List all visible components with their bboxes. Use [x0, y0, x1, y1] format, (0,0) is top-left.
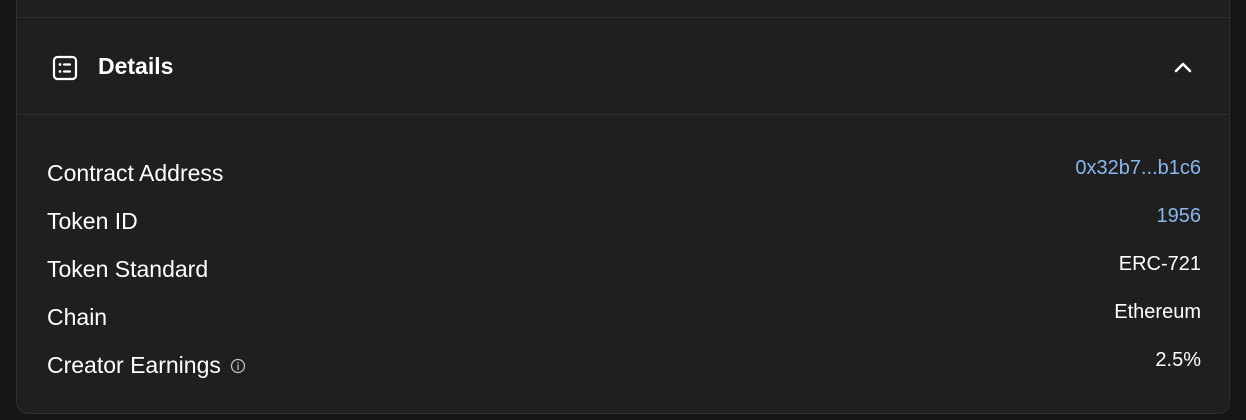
chevron-up-icon[interactable] [1171, 56, 1195, 80]
detail-value: ERC-721 [1118, 253, 1201, 275]
detail-row-creator-earnings: Creator Earnings 2.5% [47, 343, 1201, 391]
detail-value: 2.5% [1155, 349, 1201, 371]
contract-address-link[interactable]: 0x32b7...b1c6 [1075, 155, 1201, 181]
details-title: Details [98, 53, 174, 79]
details-list: Contract Address 0x32b7...b1c6 Token ID … [47, 151, 1201, 391]
detail-row-contract-address: Contract Address 0x32b7...b1c6 [47, 151, 1201, 199]
detail-label: Creator Earnings [47, 352, 221, 378]
detail-label-wrapper: Creator Earnings [47, 351, 246, 379]
detail-row-token-standard: Token Standard ERC-721 [47, 247, 1201, 295]
detail-value: Ethereum [1114, 301, 1201, 323]
detail-row-token-id: Token ID 1956 [47, 199, 1201, 247]
details-header[interactable]: Details [17, 18, 1229, 114]
detail-label: Contract Address [47, 160, 224, 186]
header-divider [17, 114, 1229, 115]
info-icon[interactable] [230, 358, 246, 374]
detail-label: Chain [47, 304, 108, 330]
list-details-icon [52, 55, 78, 81]
token-id-link[interactable]: 1956 [1157, 203, 1202, 229]
detail-label: Token ID [47, 208, 138, 234]
detail-row-chain: Chain Ethereum [47, 295, 1201, 343]
detail-label: Token Standard [47, 256, 209, 282]
details-panel: Details Contract Address 0x32b7...b1c6 T… [16, 0, 1230, 414]
